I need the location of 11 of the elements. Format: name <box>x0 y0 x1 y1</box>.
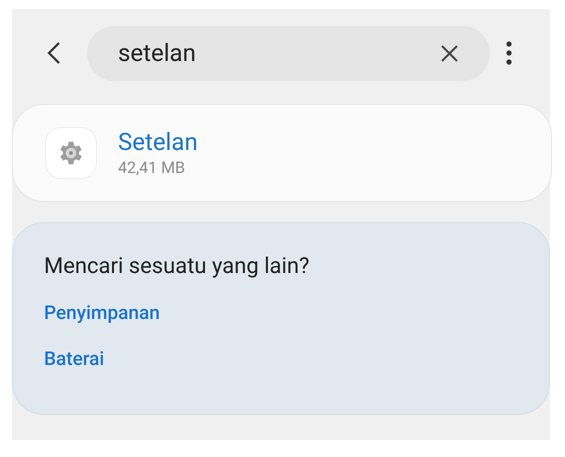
suggestion-link[interactable]: Baterai <box>44 345 104 373</box>
search-text: setelan <box>118 38 197 69</box>
more-icon[interactable] <box>506 41 512 65</box>
app-result-card[interactable]: Setelan 42,41 MB <box>12 104 552 202</box>
app-name: Setelan <box>118 127 198 157</box>
suggestion-link[interactable]: Penyimpanan <box>44 299 160 327</box>
close-icon[interactable] <box>441 44 458 62</box>
back-icon <box>47 41 61 65</box>
app-size: 42,41 MB <box>118 157 186 179</box>
search-field[interactable]: setelan <box>87 26 490 80</box>
suggestion-heading: Mencari sesuatu yang lain? <box>44 253 310 281</box>
